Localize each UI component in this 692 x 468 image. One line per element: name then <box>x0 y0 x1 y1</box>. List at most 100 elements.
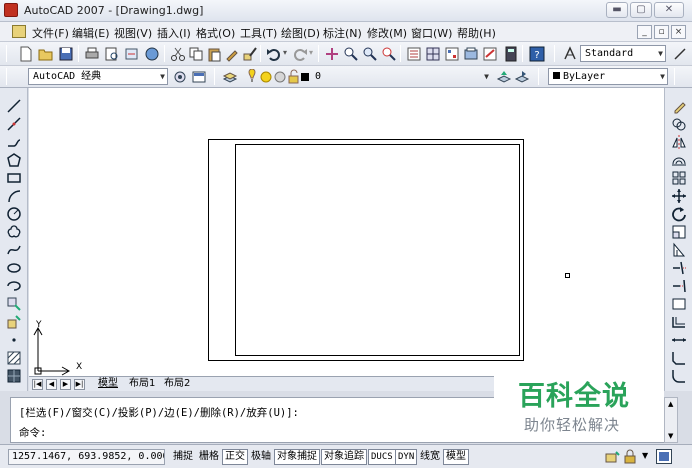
close-button[interactable]: ✕ <box>654 2 684 18</box>
redo-icon[interactable] <box>292 46 308 62</box>
hatch-icon[interactable] <box>6 350 22 366</box>
coordinate-display[interactable]: 1257.1467, 693.9852, 0.0000 <box>8 449 165 465</box>
menu-dimension[interactable]: 标注(N) <box>323 25 362 41</box>
break-icon[interactable] <box>671 314 687 330</box>
document-icon[interactable] <box>12 25 26 38</box>
maximize-button[interactable]: ▢ <box>630 2 652 18</box>
prev-tab-button[interactable]: ◀ <box>46 379 57 390</box>
menu-help[interactable]: 帮助(H) <box>457 25 496 41</box>
snap-toggle[interactable]: 捕捉 <box>170 449 196 465</box>
new-icon[interactable] <box>18 46 34 62</box>
my-workspace-icon[interactable] <box>191 69 207 85</box>
command-prompt[interactable]: 命令: <box>19 425 46 440</box>
fillet-icon[interactable] <box>671 368 687 384</box>
publish-icon[interactable] <box>124 46 140 62</box>
copy-object-icon[interactable] <box>671 116 687 132</box>
osnap-toggle[interactable]: 对象捕捉 <box>274 449 320 465</box>
clean-screen-button[interactable] <box>656 449 672 464</box>
menu-tools[interactable]: 工具(T) <box>240 25 277 41</box>
redo-dropdown-icon[interactable]: ▾ <box>309 48 313 57</box>
line-icon[interactable] <box>6 98 22 114</box>
chamfer-icon[interactable] <box>671 350 687 366</box>
tool-palettes-icon[interactable] <box>444 46 460 62</box>
stretch-icon[interactable] <box>671 242 687 258</box>
construction-line-icon[interactable] <box>6 116 22 132</box>
dyn-toggle[interactable]: DYN <box>395 449 418 465</box>
zoom-previous-icon[interactable] <box>381 46 397 62</box>
copy-icon[interactable] <box>188 46 204 62</box>
polygon-icon[interactable] <box>6 152 22 168</box>
polyline-icon[interactable] <box>6 134 22 150</box>
circle-icon[interactable] <box>6 206 22 222</box>
grid-toggle[interactable]: 栅格 <box>196 449 222 465</box>
model-space-toggle[interactable]: 模型 <box>443 449 469 465</box>
dim-style-icon[interactable] <box>672 46 688 62</box>
sheet-set-icon[interactable] <box>463 46 479 62</box>
command-scrollbar[interactable]: ▲ ▼ <box>664 397 678 443</box>
menu-file[interactable]: 文件(F) <box>32 25 69 41</box>
rectangle-icon[interactable] <box>6 170 22 186</box>
menu-edit[interactable]: 编辑(E) <box>72 25 110 41</box>
layer-properties-icon[interactable] <box>222 69 238 85</box>
plot-icon[interactable] <box>84 46 100 62</box>
undo-icon[interactable] <box>266 46 282 62</box>
next-tab-button[interactable]: ▶ <box>60 379 71 390</box>
text-style-select[interactable]: Standard ▼ <box>580 45 666 62</box>
chevron-down-icon[interactable]: ▼ <box>642 451 648 460</box>
otrack-toggle[interactable]: 对象追踪 <box>321 449 367 465</box>
layer-select[interactable]: 0 ▼ <box>310 68 492 85</box>
design-center-icon[interactable] <box>425 46 441 62</box>
help-icon[interactable]: ? <box>529 46 545 62</box>
join-icon[interactable] <box>671 332 687 348</box>
pan-icon[interactable] <box>324 46 340 62</box>
drawing-area[interactable]: Y X <box>29 88 664 376</box>
scroll-up-icon[interactable]: ▲ <box>668 400 673 408</box>
block-editor-icon[interactable] <box>242 46 258 62</box>
properties-icon[interactable] <box>406 46 422 62</box>
workspace-settings-icon[interactable] <box>172 69 188 85</box>
cut-icon[interactable] <box>170 46 186 62</box>
outer-rectangle[interactable] <box>208 139 524 361</box>
markup-icon[interactable] <box>482 46 498 62</box>
menu-view[interactable]: 视图(V) <box>114 25 152 41</box>
drawing-surface[interactable] <box>29 88 664 376</box>
offset-icon[interactable] <box>671 152 687 168</box>
break-at-point-icon[interactable] <box>671 296 687 312</box>
3d-dwf-icon[interactable] <box>144 46 160 62</box>
plot-preview-icon[interactable] <box>104 46 120 62</box>
make-block-icon[interactable] <box>6 314 22 330</box>
doc-minimize-button[interactable]: _ <box>637 25 652 39</box>
tab-model[interactable]: 模型 <box>95 377 121 391</box>
menu-modify[interactable]: 修改(M) <box>367 25 407 41</box>
lock-icon[interactable] <box>622 449 638 465</box>
menu-format[interactable]: 格式(O) <box>196 25 235 41</box>
inner-rectangle[interactable] <box>235 144 520 356</box>
extend-icon[interactable] <box>671 278 687 294</box>
rotate-icon[interactable] <box>671 206 687 222</box>
erase-icon[interactable] <box>671 98 687 114</box>
tab-layout1[interactable]: 布局1 <box>126 377 158 391</box>
scroll-down-icon[interactable]: ▼ <box>668 432 673 440</box>
layer-previous-icon[interactable] <box>514 69 530 85</box>
gradient-icon[interactable] <box>6 368 22 384</box>
last-tab-button[interactable]: ▶| <box>74 379 85 390</box>
tab-layout2[interactable]: 布局2 <box>161 377 193 391</box>
layer-unlock-icon[interactable] <box>286 69 302 85</box>
mirror-icon[interactable] <box>671 134 687 150</box>
revision-cloud-icon[interactable] <box>6 224 22 240</box>
ortho-toggle[interactable]: 正交 <box>222 449 248 465</box>
calculator-icon[interactable] <box>503 46 519 62</box>
zoom-realtime-icon[interactable] <box>343 46 359 62</box>
insert-block-icon[interactable] <box>6 296 22 312</box>
ducs-toggle[interactable]: DUCS <box>368 449 396 465</box>
doc-restore-button[interactable]: ▫ <box>654 25 669 39</box>
spline-icon[interactable] <box>6 242 22 258</box>
zoom-window-icon[interactable] <box>362 46 378 62</box>
array-icon[interactable] <box>671 170 687 186</box>
minimize-button[interactable]: ▬ <box>606 2 628 18</box>
lineweight-toggle[interactable]: 线宽 <box>417 449 443 465</box>
doc-close-button[interactable]: × <box>671 25 686 39</box>
color-control-select[interactable]: ByLayer ▼ <box>548 68 668 85</box>
text-style-icon[interactable] <box>562 46 578 62</box>
arc-icon[interactable] <box>6 188 22 204</box>
